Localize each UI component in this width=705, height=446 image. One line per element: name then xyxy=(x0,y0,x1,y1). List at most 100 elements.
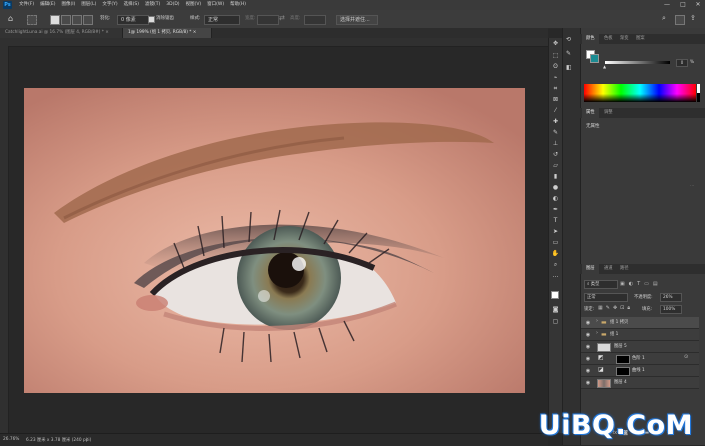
screen-mode-icon[interactable]: ▢ xyxy=(551,318,560,326)
menu-item[interactable]: 窗口(W) xyxy=(204,0,227,10)
filter-pixel-icon[interactable]: ▣ xyxy=(620,281,625,287)
workspace-icon[interactable] xyxy=(675,15,685,25)
brush-tool-icon[interactable]: ✎ xyxy=(551,129,560,137)
layer-row[interactable] xyxy=(581,329,699,341)
minimize-button[interactable]: — xyxy=(660,0,674,10)
path-select-icon[interactable]: ➤ xyxy=(551,228,560,236)
brush-settings-icon[interactable]: ✎ xyxy=(566,50,571,57)
visibility-eye-icon[interactable]: ◉ xyxy=(585,380,591,386)
quick-select-tool-icon[interactable]: ⌁ xyxy=(551,74,560,82)
search-icon[interactable]: ⌕ xyxy=(662,14,666,23)
crop-tool-icon[interactable]: ⌗ xyxy=(551,85,560,93)
menu-item[interactable]: 帮助(H) xyxy=(227,0,249,10)
marquee-tool-icon[interactable] xyxy=(27,15,37,25)
share-icon[interactable]: ⇪ xyxy=(690,14,696,22)
visibility-eye-icon[interactable]: ◉ xyxy=(585,356,591,362)
slider-handle-icon[interactable]: ▲ xyxy=(603,64,606,69)
filter-smart-icon[interactable]: ▤ xyxy=(653,281,658,287)
width-input[interactable] xyxy=(257,15,279,25)
quick-mask-icon[interactable]: ◙ xyxy=(551,306,560,314)
menu-item[interactable]: 编辑(E) xyxy=(37,0,58,10)
visibility-eye-icon[interactable]: ◉ xyxy=(585,344,591,350)
tab-document-1[interactable]: CatchlightLuna.ai @ 16.7% (图层 4, RGB/8#)… xyxy=(0,28,123,38)
zoom-level[interactable]: 26.76% xyxy=(3,437,19,442)
layer-name[interactable]: 图层 5 xyxy=(614,341,627,352)
menu-item[interactable]: 滤镜(T) xyxy=(142,0,163,10)
tab-color[interactable]: 颜色 xyxy=(582,34,599,44)
opacity-input[interactable]: 26% xyxy=(660,293,682,302)
expand-arrow-icon[interactable]: › xyxy=(596,318,598,324)
adjustments-icon[interactable]: ◧ xyxy=(566,64,572,71)
history-brush-icon[interactable]: ↺ xyxy=(551,151,560,159)
swap-icon[interactable]: ⇄ xyxy=(279,14,285,22)
move-tool-icon[interactable]: ✥ xyxy=(551,40,560,48)
blend-mode-select[interactable]: 正常 xyxy=(584,293,628,302)
tab-channels[interactable]: 通道 xyxy=(600,264,617,274)
intersect-selection-icon[interactable] xyxy=(83,15,93,25)
tab-paths[interactable]: 路径 xyxy=(616,264,633,274)
menu-item[interactable]: 图层(L) xyxy=(78,0,99,10)
tab-layers[interactable]: 图层 xyxy=(582,264,599,274)
close-button[interactable]: ✕ xyxy=(691,0,705,10)
fill-input[interactable]: 100% xyxy=(660,305,682,314)
healing-brush-icon[interactable]: ✚ xyxy=(551,118,560,126)
layer-name[interactable]: 色阶 1 xyxy=(632,353,645,364)
color-background-swatch[interactable] xyxy=(590,54,599,63)
add-selection-icon[interactable] xyxy=(61,15,71,25)
pen-tool-icon[interactable]: ✒ xyxy=(551,206,560,214)
filter-adjust-icon[interactable]: ◐ xyxy=(629,281,633,287)
foreground-color-swatch[interactable] xyxy=(551,291,559,299)
lock-pixels-icon[interactable]: ▦ xyxy=(598,305,603,311)
layer-name[interactable]: 组 1 xyxy=(610,329,618,340)
lock-move-icon[interactable]: ✥ xyxy=(613,305,617,311)
subtract-selection-icon[interactable] xyxy=(72,15,82,25)
menu-item[interactable]: 文字(Y) xyxy=(99,0,120,10)
tab-gradients[interactable]: 渐变 xyxy=(616,34,633,44)
layer-name[interactable]: 图层 4 xyxy=(614,377,627,388)
dodge-tool-icon[interactable]: ◐ xyxy=(551,195,560,203)
visibility-eye-icon[interactable]: ◉ xyxy=(585,320,591,326)
tab-patterns[interactable]: 图案 xyxy=(632,34,649,44)
menu-item[interactable]: 文件(F) xyxy=(16,0,37,10)
type-tool-icon[interactable]: T xyxy=(551,217,560,225)
menu-item[interactable]: 选择(S) xyxy=(121,0,142,10)
zoom-tool-icon[interactable]: ⌕ xyxy=(551,261,560,269)
color-slider-track[interactable] xyxy=(605,61,670,64)
filter-type-icon[interactable]: T xyxy=(637,281,640,287)
menu-item[interactable]: 视图(V) xyxy=(183,0,205,10)
visibility-eye-icon[interactable]: ◉ xyxy=(585,332,591,338)
tab-properties[interactable]: 属性 xyxy=(582,108,599,118)
color-spectrum[interactable] xyxy=(584,84,696,102)
layer-row[interactable] xyxy=(581,317,699,329)
filter-shape-icon[interactable]: ▭ xyxy=(644,281,649,287)
tab-adjustments[interactable]: 调整 xyxy=(600,108,617,118)
eye-photo[interactable] xyxy=(24,88,525,393)
panel-collapse-arrows-icon[interactable]: ⋯ xyxy=(690,183,694,188)
lasso-tool-icon[interactable]: ʘ xyxy=(551,63,560,71)
history-icon[interactable]: ⟲ xyxy=(566,36,571,43)
eraser-tool-icon[interactable]: ▱ xyxy=(551,162,560,170)
layer-name[interactable]: 组 1 拷贝 xyxy=(610,317,628,328)
menu-item[interactable]: 图像(I) xyxy=(58,0,78,10)
hand-tool-icon[interactable]: ✋ xyxy=(551,250,560,258)
layer-name[interactable]: 曲线 1 xyxy=(632,365,645,376)
home-icon[interactable]: ⌂ xyxy=(8,14,18,24)
tab-document-2[interactable]: 1@ 199% (组 1 拷贝, RGB/8) * × xyxy=(123,28,212,38)
style-select[interactable]: 正常 xyxy=(204,15,240,25)
new-selection-icon[interactable] xyxy=(50,15,60,25)
expand-arrow-icon[interactable]: › xyxy=(596,330,598,336)
clone-stamp-icon[interactable]: ⊥ xyxy=(551,140,560,148)
feather-input[interactable]: 0 像素 xyxy=(117,15,149,25)
lock-artboard-icon[interactable]: ⊡ xyxy=(620,305,624,311)
frame-tool-icon[interactable]: ⊠ xyxy=(551,96,560,104)
visibility-eye-icon[interactable]: ◉ xyxy=(585,368,591,374)
spectrum-black[interactable] xyxy=(697,93,700,102)
eyedropper-tool-icon[interactable]: ⁄ xyxy=(551,107,560,115)
blur-tool-icon[interactable]: ● xyxy=(551,184,560,192)
marquee-tool-icon[interactable]: ⬚ xyxy=(551,52,560,60)
lock-paint-icon[interactable]: ✎ xyxy=(606,305,610,311)
select-and-mask-button[interactable]: 选择并遮住... xyxy=(336,15,378,25)
gradient-tool-icon[interactable]: ▮ xyxy=(551,173,560,181)
height-input[interactable] xyxy=(304,15,326,25)
layer-filter-select[interactable]: ⌕ 类型 xyxy=(584,280,618,289)
